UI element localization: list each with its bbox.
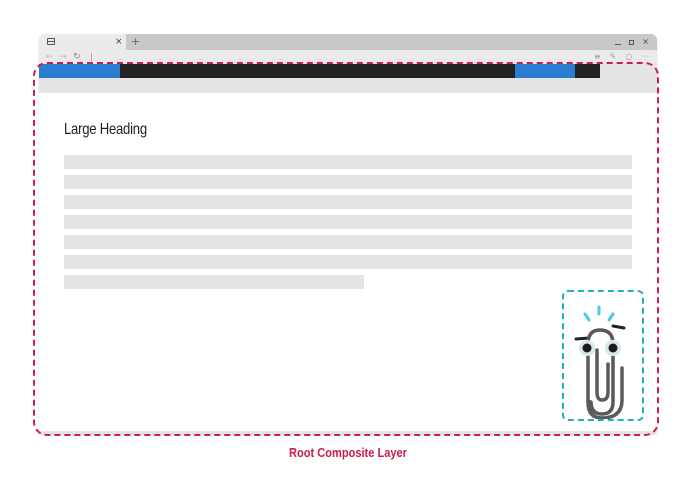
page-heading: Large Heading xyxy=(64,121,147,138)
top-bar-accent-left xyxy=(39,64,120,78)
tab-strip: × + × xyxy=(39,34,657,50)
tab-page-icon xyxy=(47,38,55,45)
placeholder-line-short xyxy=(64,275,364,289)
paperclip-assistant-icon xyxy=(574,305,626,419)
back-icon[interactable]: ← xyxy=(46,52,54,62)
child-layer-outline xyxy=(562,290,644,421)
browser-tab[interactable]: × xyxy=(39,34,126,50)
top-bar-accent-right xyxy=(515,64,575,78)
more-icon[interactable]: ··· xyxy=(641,52,649,61)
placeholder-line xyxy=(64,235,632,249)
placeholder-line xyxy=(64,195,632,209)
account-icon[interactable]: ○ xyxy=(625,52,632,61)
maximize-icon[interactable] xyxy=(629,39,635,45)
page-subheader-band xyxy=(39,78,657,93)
browser-toolbar: ← → ↻ ≡ ✎ ○ ··· xyxy=(39,50,657,63)
window-close-icon[interactable]: × xyxy=(642,38,649,46)
minimize-icon[interactable] xyxy=(615,44,622,45)
reload-icon[interactable]: ↻ xyxy=(73,52,81,62)
tab-close-icon[interactable]: × xyxy=(115,35,123,49)
forward-icon[interactable]: → xyxy=(60,52,68,62)
address-bar-cursor[interactable] xyxy=(90,52,92,61)
window-controls: × xyxy=(615,34,649,50)
page-top-bar xyxy=(39,64,600,78)
placeholder-line xyxy=(64,175,632,189)
edit-icon[interactable]: ✎ xyxy=(610,52,617,61)
new-tab-button[interactable]: + xyxy=(131,34,140,50)
placeholder-line xyxy=(64,255,632,269)
placeholder-line xyxy=(64,215,632,229)
menu-icon[interactable]: ≡ xyxy=(594,52,601,61)
root-composite-layer-label: Root Composite Layer xyxy=(289,445,407,460)
placeholder-line xyxy=(64,155,632,169)
